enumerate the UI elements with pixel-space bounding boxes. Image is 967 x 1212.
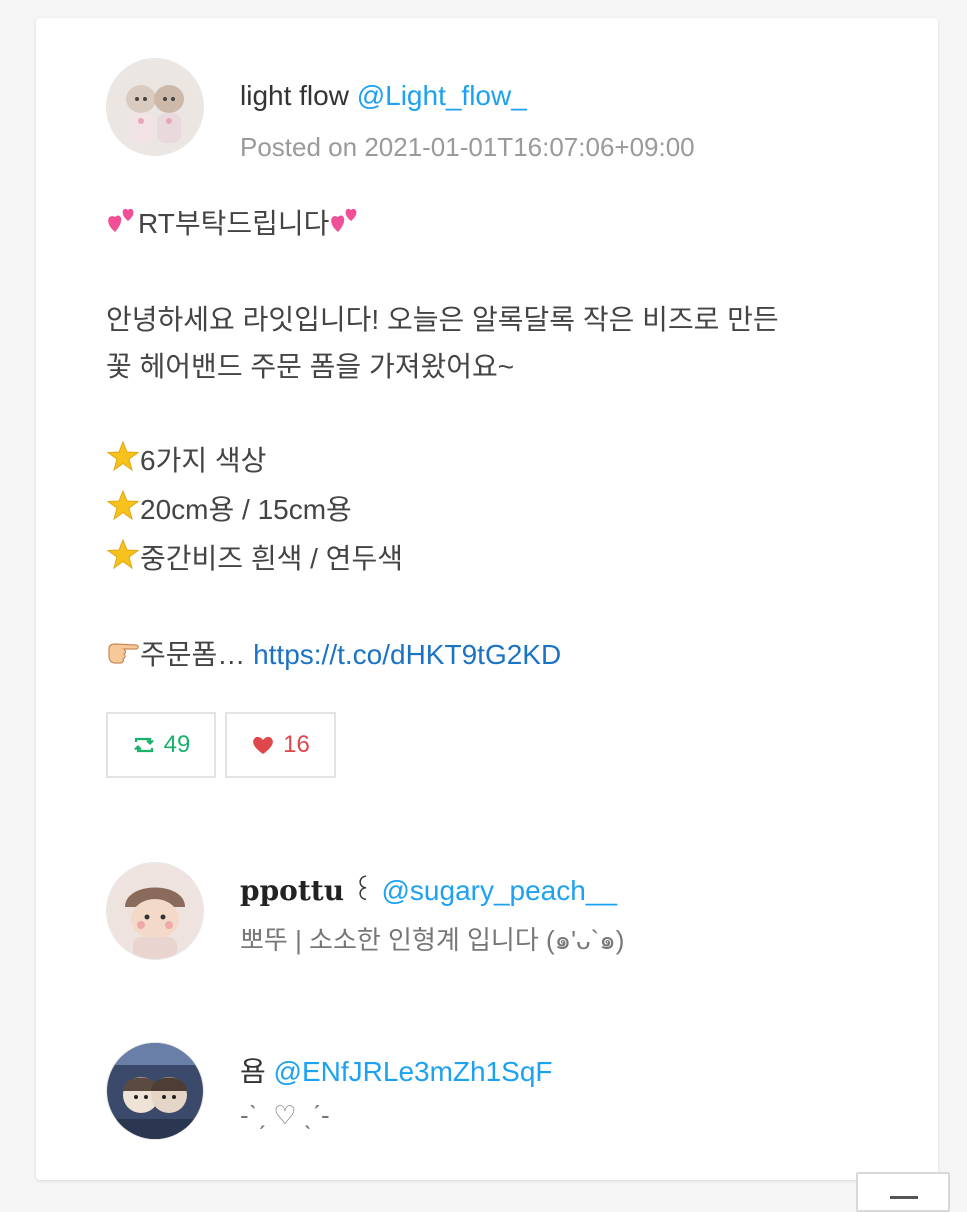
tweet-item-2: 20cm용 / 15cm용 (106, 486, 886, 535)
two-hearts-icon (329, 202, 361, 249)
star-icon (106, 488, 140, 535)
user-handle[interactable]: @ENfJRLe3mZh1SqF (274, 1056, 553, 1087)
user-name: 욤 (240, 1056, 266, 1087)
user-list-item[interactable]: ppottu ꒰ @sugary_peach__ 뽀뚜 | 소소한 인형계 입니… (106, 862, 906, 962)
tweet-card: light flow @Light_flow_ Posted on 2021-0… (36, 18, 938, 1180)
user-name: ppottu (240, 874, 345, 907)
tweet-header: light flow @Light_flow_ Posted on 2021-0… (106, 58, 906, 168)
tweet-item-3: 중간비즈 흰색 / 연두색 (106, 535, 886, 584)
user-name-suffix: ꒰ (344, 875, 382, 906)
two-hearts-icon (106, 202, 138, 249)
tweet-form-line: 주문폼… https://t.co/dHKT9tG2KD (106, 631, 886, 680)
tweet-intro-line-2: 꽃 헤어밴드 주문 폼을 가져왔어요~ (106, 351, 515, 383)
author-name-line: light flow @Light_flow_ (240, 80, 527, 112)
user-list-item[interactable]: 욤 @ENfJRLe3mZh1SqF -ˋˏ ♡ ˎˊ- (106, 1042, 906, 1142)
author-avatar[interactable] (106, 58, 204, 156)
user-handle[interactable]: @sugary_peach__ (382, 875, 617, 906)
item-2-text: 20cm용 / 15cm용 (140, 494, 352, 526)
user-name-suffix (266, 1056, 274, 1087)
author-name: light flow (240, 80, 349, 111)
tweet-title: RT부탁드립니다 (138, 208, 330, 239)
pointing-hand-icon (106, 634, 140, 681)
scroll-top-icon (890, 1196, 918, 1199)
user-bio: 뽀뚜 | 소소한 인형계 입니다 (๑'ᴗ`๑) (240, 925, 625, 955)
tweet-text: RT부탁드립니다 안녕하세요 라잇입니다! 오늘은 알록달록 작은 비즈로 만든… (106, 200, 886, 681)
retweet-count: 49 (163, 731, 191, 758)
retweet-icon (133, 737, 154, 753)
user-name-line: 욤 @ENfJRLe3mZh1SqF (240, 1050, 553, 1090)
heart-icon (253, 736, 273, 754)
star-icon (106, 537, 140, 584)
tweet-intro-line-1: 안녕하세요 라잇입니다! 오늘은 알록달록 작은 비즈로 만든 (106, 304, 779, 336)
item-1-text: 6가지 색상 (140, 445, 267, 477)
user-avatar[interactable] (106, 862, 204, 960)
star-icon (106, 439, 140, 486)
posted-timestamp: Posted on 2021-01-01T16:07:06+09:00 (240, 132, 695, 162)
like-button[interactable]: 16 (225, 712, 336, 778)
user-bio: -ˋˏ ♡ ˎˊ- (240, 1100, 330, 1130)
form-label: 주문폼… (140, 639, 254, 671)
form-link[interactable]: https://t.co/dHKT9tG2KD (253, 639, 561, 670)
user-avatar[interactable] (106, 1042, 204, 1140)
author-handle[interactable]: @Light_flow_ (357, 80, 527, 111)
retweet-button[interactable]: 49 (106, 712, 216, 778)
tweet-item-1: 6가지 색상 (106, 437, 886, 486)
scroll-top-button[interactable] (856, 1172, 950, 1212)
user-name-line: ppottu ꒰ @sugary_peach__ (240, 870, 617, 907)
like-count: 16 (283, 731, 310, 758)
tweet-line-title: RT부탁드립니다 (106, 200, 886, 249)
item-3-text: 중간비즈 흰색 / 연두색 (140, 543, 403, 575)
